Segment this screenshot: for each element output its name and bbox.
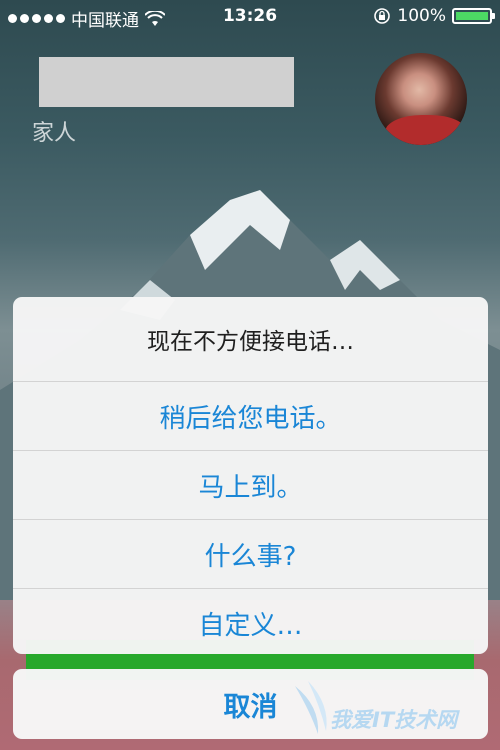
reply-option-custom[interactable]: 自定义… bbox=[13, 589, 488, 654]
caller-name-redacted bbox=[39, 57, 294, 107]
battery-percent: 100% bbox=[397, 6, 446, 26]
sheet-title: 现在不方便接电话… bbox=[13, 297, 488, 382]
reply-option-on-my-way[interactable]: 马上到。 bbox=[13, 451, 488, 520]
reply-option-call-later[interactable]: 稍后给您电话。 bbox=[13, 382, 488, 451]
caller-avatar bbox=[375, 53, 467, 145]
watermark: 我爱IT技术网 bbox=[290, 676, 495, 746]
decline-reply-sheet: 现在不方便接电话… 稍后给您电话。 马上到。 什么事? 自定义… bbox=[13, 297, 488, 654]
caller-label: 家人 bbox=[32, 121, 77, 146]
rotation-lock-icon bbox=[374, 8, 391, 24]
watermark-text: 我爱IT技术网 bbox=[330, 708, 458, 732]
reply-option-whats-up[interactable]: 什么事? bbox=[13, 520, 488, 589]
status-bar: 中国联通 13:26 100% bbox=[0, 0, 500, 34]
battery-icon bbox=[452, 8, 495, 24]
